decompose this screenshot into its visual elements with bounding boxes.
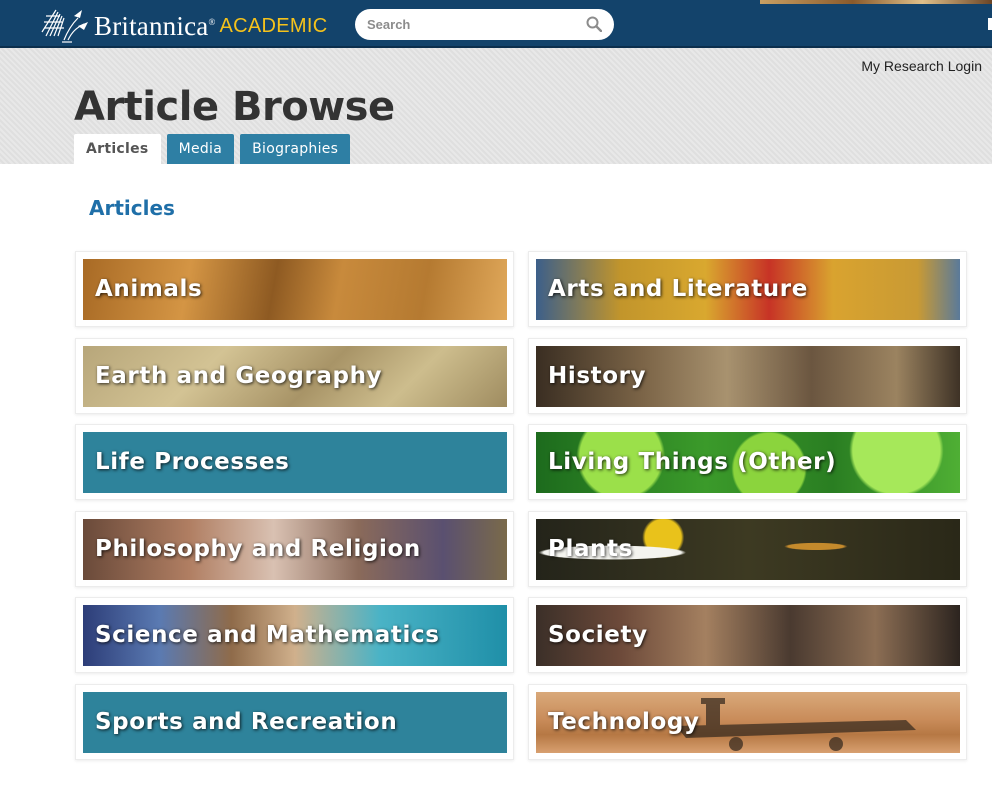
page-title: Article Browse — [74, 84, 395, 130]
browse-tabs: Articles Media Biographies — [74, 134, 356, 164]
category-label: Science and Mathematics — [95, 622, 440, 648]
search-box — [355, 9, 614, 40]
brand-name: Britannica® — [94, 10, 216, 41]
category-label: Arts and Literature — [548, 276, 808, 302]
category-card-philosophy-and-religion[interactable]: Philosophy and Religion — [75, 511, 514, 587]
category-label: Technology — [548, 709, 700, 735]
category-label: Society — [548, 622, 648, 648]
category-card-society[interactable]: Society — [528, 597, 967, 673]
category-label: Animals — [95, 276, 203, 302]
search-icon[interactable] — [586, 16, 602, 32]
tab-media[interactable]: Media — [166, 134, 235, 164]
tab-biographies[interactable]: Biographies — [240, 134, 351, 164]
search-input[interactable] — [367, 17, 577, 32]
category-card-arts-and-literature[interactable]: Arts and Literature — [528, 251, 967, 327]
category-label: Earth and Geography — [95, 363, 383, 389]
category-card-technology[interactable]: Technology — [528, 684, 967, 760]
thistle-logo-icon — [41, 9, 88, 43]
category-card-science-and-mathematics[interactable]: Science and Mathematics — [75, 597, 514, 673]
category-label: Living Things (Other) — [548, 449, 837, 475]
category-card-animals[interactable]: Animals — [75, 251, 514, 327]
top-navigation-bar: Britannica® ACADEMIC — [0, 0, 992, 48]
category-label: Plants — [548, 536, 633, 562]
category-card-life-processes[interactable]: Life Processes — [75, 424, 514, 500]
topbar-edge-marker — [988, 18, 992, 30]
category-card-earth-and-geography[interactable]: Earth and Geography — [75, 338, 514, 414]
category-label: History — [548, 363, 647, 389]
page-header: My Research Login Article Browse Article… — [0, 48, 992, 164]
category-label: Philosophy and Religion — [95, 536, 421, 562]
section-title: Articles — [89, 196, 175, 220]
category-card-living-things-other[interactable]: Living Things (Other) — [528, 424, 967, 500]
research-login-link[interactable]: My Research Login — [861, 58, 982, 74]
category-label: Life Processes — [95, 449, 290, 475]
header-photo-strip — [760, 0, 992, 4]
category-label: Sports and Recreation — [95, 709, 398, 735]
registered-mark: ® — [208, 16, 216, 27]
britannica-logo[interactable]: Britannica® ACADEMIC — [38, 6, 327, 46]
category-card-sports-and-recreation[interactable]: Sports and Recreation — [75, 684, 514, 760]
category-card-plants[interactable]: Plants — [528, 511, 967, 587]
category-card-history[interactable]: History — [528, 338, 967, 414]
tab-articles[interactable]: Articles — [74, 134, 161, 164]
brand-suffix: ACADEMIC — [219, 14, 328, 37]
